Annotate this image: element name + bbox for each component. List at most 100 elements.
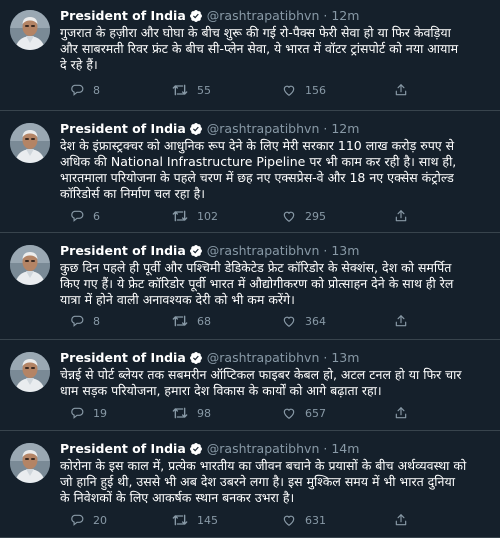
author-handle[interactable]: @rashtrapatibhvn [207, 8, 320, 24]
verified-badge-icon [189, 122, 203, 136]
retweet-icon [172, 406, 188, 420]
author-name[interactable]: President of India [60, 121, 186, 137]
tweet-header: President of India @rashtrapatibhvn · 14… [60, 441, 359, 457]
retweet-icon [172, 209, 188, 223]
share-button[interactable] [394, 82, 408, 98]
heart-icon [282, 209, 296, 223]
tweet-text: गुजरात के हज़ीरा और घोघा के बीच शुरू की … [60, 25, 459, 72]
like-count: 156 [305, 83, 326, 97]
share-button[interactable] [394, 208, 408, 224]
like-count: 657 [305, 406, 326, 420]
tweet[interactable]: President of India @rashtrapatibhvn · 14… [0, 431, 500, 538]
separator-dot: · [323, 8, 328, 23]
tweet-header: President of India @rashtrapatibhvn · 12… [60, 121, 359, 137]
heart-icon [282, 83, 296, 97]
share-button[interactable] [394, 313, 408, 329]
tweet-header: President of India @rashtrapatibhvn · 13… [60, 350, 359, 366]
tweet[interactable]: President of India @rashtrapatibhvn · 13… [0, 233, 500, 340]
reply-button[interactable]: 20 [70, 512, 107, 528]
retweet-icon [172, 314, 188, 328]
reply-icon [70, 513, 84, 527]
share-icon [394, 83, 408, 97]
like-button[interactable]: 295 [282, 208, 326, 224]
like-button[interactable]: 631 [282, 512, 326, 528]
tweet-actions: 19 98 657 [60, 405, 480, 421]
reply-button[interactable]: 6 [70, 208, 100, 224]
author-name[interactable]: President of India [60, 8, 186, 24]
tweet[interactable]: President of India @rashtrapatibhvn · 13… [0, 340, 500, 431]
verified-badge-icon [189, 9, 203, 23]
tweet-text: देश के इंफ्रास्ट्रक्चर को आधुनिक रूप देन… [60, 138, 457, 201]
tweet-actions: 20 145 631 [60, 512, 480, 528]
separator-dot: · [323, 441, 328, 456]
retweet-button[interactable]: 145 [172, 512, 218, 528]
reply-button[interactable]: 8 [70, 82, 100, 98]
separator-dot: · [323, 243, 328, 258]
author-handle[interactable]: @rashtrapatibhvn [207, 121, 320, 137]
retweet-button[interactable]: 68 [172, 313, 211, 329]
verified-badge-icon [189, 442, 203, 456]
tweet-header: President of India @rashtrapatibhvn · 12… [60, 8, 359, 24]
share-icon [394, 209, 408, 223]
like-count: 364 [305, 314, 326, 328]
like-count: 295 [305, 209, 326, 223]
avatar[interactable] [10, 443, 50, 483]
heart-icon [282, 406, 296, 420]
timestamp[interactable]: 12m [331, 8, 359, 24]
avatar[interactable] [10, 245, 50, 285]
author-name[interactable]: President of India [60, 350, 186, 366]
timestamp[interactable]: 12m [331, 121, 359, 137]
share-icon [394, 314, 408, 328]
tweet-text: कुछ दिन पहले ही पूर्वी और पश्चिमी डेडिके… [60, 260, 454, 307]
tweet-actions: 8 55 156 [60, 82, 480, 98]
verified-badge-icon [189, 244, 203, 258]
timestamp[interactable]: 13m [331, 243, 359, 259]
share-icon [394, 406, 408, 420]
tweet-text: चेन्नई से पोर्ट ब्लेयर तक सबमरीन ऑप्टिकल… [60, 367, 462, 398]
separator-dot: · [323, 121, 328, 136]
author-name[interactable]: President of India [60, 243, 186, 259]
retweet-button[interactable]: 98 [172, 405, 211, 421]
author-handle[interactable]: @rashtrapatibhvn [207, 243, 320, 259]
avatar[interactable] [10, 10, 50, 50]
avatar[interactable] [10, 352, 50, 392]
reply-count: 6 [93, 209, 100, 223]
avatar[interactable] [10, 123, 50, 163]
author-name[interactable]: President of India [60, 441, 186, 457]
author-handle[interactable]: @rashtrapatibhvn [207, 441, 320, 457]
share-icon [394, 513, 408, 527]
retweet-button[interactable]: 102 [172, 208, 218, 224]
tweet[interactable]: President of India @rashtrapatibhvn · 12… [0, 0, 500, 111]
retweet-button[interactable]: 55 [172, 82, 211, 98]
reply-count: 20 [93, 513, 107, 527]
tweet-header: President of India @rashtrapatibhvn · 13… [60, 243, 359, 259]
like-count: 631 [305, 513, 326, 527]
share-button[interactable] [394, 512, 408, 528]
author-handle[interactable]: @rashtrapatibhvn [207, 350, 320, 366]
retweet-count: 55 [197, 83, 211, 97]
retweet-count: 68 [197, 314, 211, 328]
like-button[interactable]: 156 [282, 82, 326, 98]
tweet[interactable]: President of India @rashtrapatibhvn · 12… [0, 111, 500, 233]
reply-count: 8 [93, 83, 100, 97]
retweet-count: 102 [197, 209, 218, 223]
like-button[interactable]: 657 [282, 405, 326, 421]
reply-icon [70, 406, 84, 420]
share-button[interactable] [394, 405, 408, 421]
tweet-actions: 6 102 295 [60, 208, 480, 224]
reply-button[interactable]: 19 [70, 405, 107, 421]
separator-dot: · [323, 350, 328, 365]
timestamp[interactable]: 14m [331, 441, 359, 457]
reply-icon [70, 83, 84, 97]
heart-icon [282, 513, 296, 527]
retweet-icon [172, 513, 188, 527]
reply-button[interactable]: 8 [70, 313, 100, 329]
timestamp[interactable]: 13m [331, 350, 359, 366]
reply-count: 19 [93, 406, 107, 420]
retweet-count: 98 [197, 406, 211, 420]
retweet-count: 145 [197, 513, 218, 527]
like-button[interactable]: 364 [282, 313, 326, 329]
tweet-feed: President of India @rashtrapatibhvn · 12… [0, 0, 500, 538]
reply-count: 8 [93, 314, 100, 328]
tweet-text: कोरोना के इस काल में, प्रत्येक भारतीय का… [60, 458, 467, 505]
